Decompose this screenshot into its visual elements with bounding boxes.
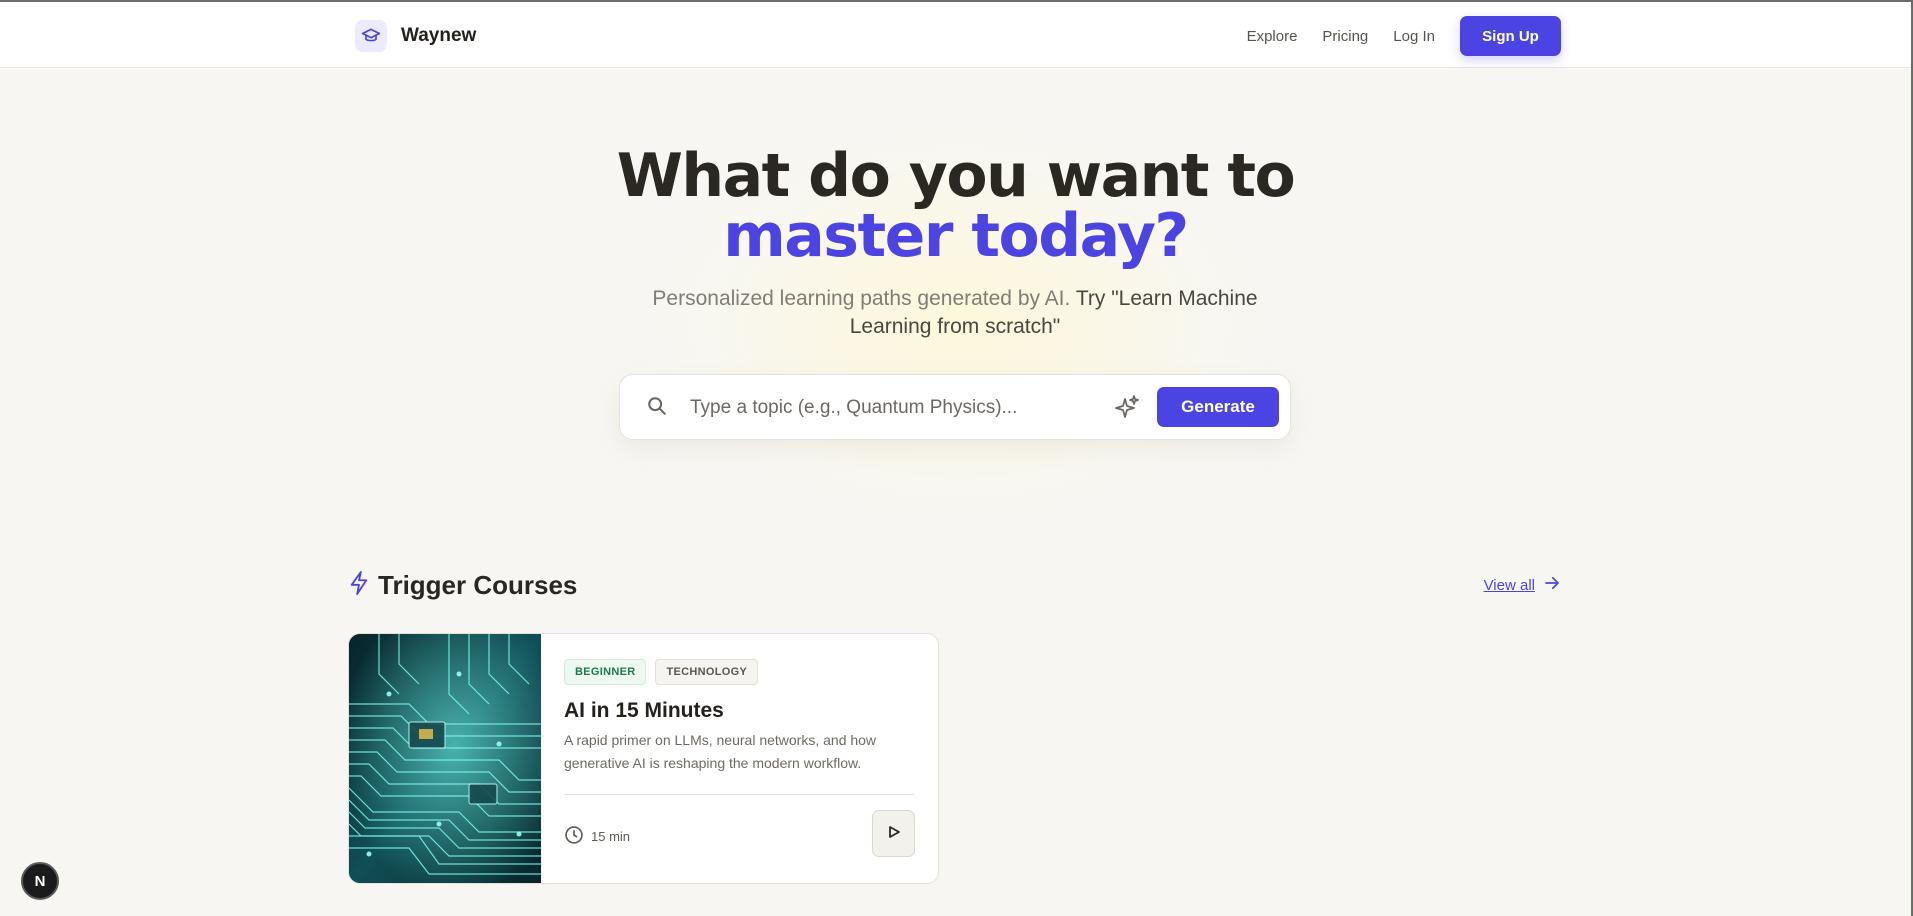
nav-explore[interactable]: Explore — [1247, 28, 1298, 45]
duration-label: 15 min — [591, 829, 631, 844]
hero-title-highlight: master today? — [723, 201, 1189, 271]
hero-subtitle-plain: Personalized learning paths generated by… — [652, 287, 1071, 310]
topic-search-input[interactable] — [690, 393, 1090, 423]
hero-subtitle: Personalized learning paths generated by… — [640, 285, 1270, 341]
clock-icon — [564, 825, 584, 848]
section-header: Trigger Courses — [348, 570, 577, 601]
circuit-board-image — [349, 634, 541, 883]
sign-up-button[interactable]: Sign Up — [1460, 16, 1561, 56]
top-navbar: Waynew Explore Pricing Log In Sign Up — [0, 2, 1911, 68]
course-description: A rapid primer on LLMs, neural networks,… — [564, 732, 877, 771]
main-nav: Explore Pricing Log In Sign Up — [1247, 16, 1561, 56]
course-tags: BEGINNER TECHNOLOGY — [564, 659, 759, 685]
nav-pricing[interactable]: Pricing — [1322, 28, 1368, 45]
page-frame: Waynew Explore Pricing Log In Sign Up Wh… — [0, 0, 1913, 916]
brand-name: Waynew — [401, 25, 477, 46]
course-title[interactable]: AI in 15 Minutes — [564, 699, 724, 723]
arrow-right-icon — [1543, 574, 1561, 596]
course-duration: 15 min — [564, 825, 630, 848]
nav-login[interactable]: Log In — [1393, 28, 1435, 45]
view-all-link[interactable]: View all — [1484, 574, 1561, 596]
section-title: Trigger Courses — [378, 570, 578, 600]
view-all-label: View all — [1483, 576, 1535, 594]
sparkles-icon[interactable] — [1114, 393, 1140, 426]
play-course-button[interactable] — [872, 810, 915, 857]
brand[interactable]: Waynew — [355, 20, 476, 52]
search-icon — [646, 395, 668, 422]
framework-dev-button[interactable]: N — [21, 862, 59, 900]
topic-search-bar: Generate — [619, 374, 1291, 440]
hero-title: What do you want to master today? — [0, 146, 1911, 266]
card-divider — [564, 794, 914, 795]
generate-button[interactable]: Generate — [1157, 387, 1279, 427]
graduation-cap-icon — [355, 20, 387, 52]
course-card[interactable]: BEGINNER TECHNOLOGY AI in 15 Minutes A r… — [348, 633, 939, 884]
category-badge: TECHNOLOGY — [655, 659, 759, 685]
level-badge: BEGINNER — [564, 659, 647, 685]
play-icon — [887, 825, 901, 842]
course-card-body: BEGINNER TECHNOLOGY AI in 15 Minutes A r… — [541, 634, 938, 883]
lightning-icon — [348, 570, 370, 601]
